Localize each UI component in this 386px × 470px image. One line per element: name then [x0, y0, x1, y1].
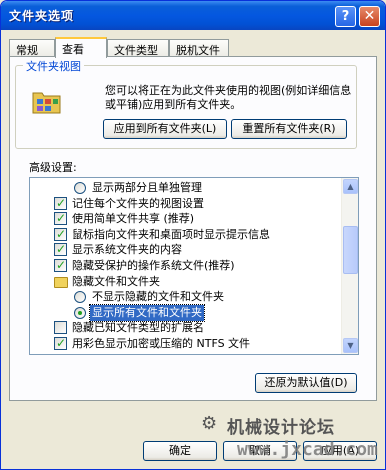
- setting-checkbox[interactable]: [54, 195, 67, 211]
- advanced-settings-list[interactable]: 显示两部分且单独管理记住每个文件夹的视图设置使用简单文件共享 (推荐)鼠标指向文…: [29, 177, 359, 355]
- setting-checkbox[interactable]: [54, 321, 67, 335]
- setting-label: 显示所有文件和文件夹: [89, 303, 205, 322]
- setting-label: 显示两部分且单独管理: [92, 181, 202, 194]
- setting-label: 隐藏已知文件类型的扩展名: [72, 321, 204, 335]
- folder-views-icon: [32, 92, 61, 114]
- watermark-text: 机械设计论坛: [227, 418, 335, 438]
- setting-checkbox[interactable]: [54, 257, 67, 273]
- setting-label: 隐藏文件和文件夹: [72, 274, 160, 288]
- watermark-url: www.jxcad.com: [237, 439, 378, 460]
- setting-label: 隐藏受保护的操作系统文件(推荐): [72, 259, 235, 272]
- scroll-thumb[interactable]: [343, 226, 358, 274]
- setting-checkbox[interactable]: [54, 241, 67, 257]
- scroll-up-arrow-icon[interactable]: ▲: [343, 179, 358, 194]
- reset-all-folders-button[interactable]: 重置所有文件夹(R): [231, 119, 347, 139]
- gear-icon: ⚙: [201, 413, 218, 434]
- setting-label: 显示系统文件夹的内容: [72, 243, 182, 257]
- setting-label: 用彩色显示加密或压缩的 NTFS 文件: [72, 337, 251, 350]
- restore-defaults-button[interactable]: 还原为默认值(D): [255, 373, 357, 393]
- close-button[interactable]: ✕: [359, 6, 380, 27]
- tab-file-types[interactable]: 文件类型: [107, 39, 169, 57]
- folder-views-description: 您可以将正在为此文件夹使用的视图(例如详细信息或平铺)应用到所有文件夹。: [105, 84, 352, 111]
- apply-to-all-folders-button[interactable]: 应用到所有文件夹(L): [103, 119, 227, 139]
- window-title: 文件夹选项: [9, 9, 75, 23]
- ok-button[interactable]: 确定: [143, 441, 217, 461]
- title-bar[interactable]: 文件夹选项 ? ✕: [1, 1, 385, 30]
- setting-checkbox[interactable]: [54, 210, 67, 226]
- setting-checkbox[interactable]: [54, 226, 67, 242]
- tab-view[interactable]: 查看: [55, 37, 107, 58]
- folder-options-dialog: 文件夹选项 ? ✕ 常规 查看 文件类型 脱机文件 文件夹视图 您可以将正在为此…: [0, 0, 386, 470]
- folder-views-title: 文件夹视图: [23, 58, 84, 74]
- setting-radio[interactable]: [74, 306, 86, 319]
- scroll-down-arrow-icon[interactable]: ▼: [343, 338, 358, 353]
- list-scrollbar[interactable]: ▲ ▼: [341, 178, 358, 354]
- setting-radio[interactable]: [74, 182, 86, 194]
- advanced-settings-label: 高级设置:: [29, 161, 77, 174]
- tab-general[interactable]: 常规: [9, 39, 55, 57]
- setting-label: 使用简单文件共享 (推荐): [72, 212, 195, 226]
- folder-icon: [54, 276, 68, 288]
- setting-label: 不显示隐藏的文件和文件夹: [92, 290, 224, 304]
- setting-label: 记住每个文件夹的视图设置: [72, 196, 204, 210]
- help-button[interactable]: ?: [335, 6, 356, 27]
- tab-offline-files[interactable]: 脱机文件: [169, 39, 229, 57]
- setting-radio[interactable]: [74, 291, 86, 304]
- setting-label: 鼠标指向文件夹和桌面项时显示提示信息: [72, 227, 270, 241]
- setting-checkbox[interactable]: [54, 335, 67, 351]
